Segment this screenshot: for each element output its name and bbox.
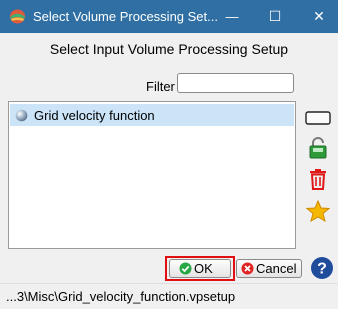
title-bar: Select Volume Processing Set... — ☐ ✕ bbox=[0, 0, 338, 33]
rectangle-button[interactable] bbox=[304, 106, 332, 130]
close-icon: ✕ bbox=[313, 8, 325, 24]
list-item[interactable]: Grid velocity function bbox=[10, 104, 294, 126]
maximize-icon: ☐ bbox=[268, 8, 282, 24]
footer-divider bbox=[0, 283, 338, 284]
trash-icon bbox=[310, 169, 326, 190]
checkmark-icon bbox=[179, 262, 192, 275]
status-path: ...3\Misc\Grid_velocity_function.vpsetup bbox=[6, 289, 236, 304]
filter-input[interactable] bbox=[177, 73, 294, 93]
cancel-icon bbox=[241, 262, 254, 275]
close-button[interactable]: ✕ bbox=[299, 0, 338, 33]
save-button[interactable] bbox=[304, 136, 332, 160]
help-icon[interactable]: ? bbox=[310, 256, 334, 280]
app-icon bbox=[10, 9, 25, 24]
minimize-button[interactable]: — bbox=[212, 0, 252, 33]
setup-list[interactable]: Grid velocity function bbox=[8, 101, 296, 249]
save-lock-icon bbox=[309, 137, 327, 159]
ok-label: OK bbox=[194, 261, 213, 276]
sphere-icon bbox=[15, 109, 28, 121]
window-title: Select Volume Processing Set... bbox=[33, 9, 218, 24]
svg-text:?: ? bbox=[317, 261, 327, 278]
ok-button[interactable]: OK bbox=[169, 259, 231, 278]
rectangle-icon bbox=[305, 111, 331, 125]
star-icon bbox=[306, 200, 330, 222]
maximize-button[interactable]: ☐ bbox=[255, 0, 295, 33]
dialog-heading: Select Input Volume Processing Setup bbox=[49, 41, 289, 57]
minimize-icon: — bbox=[225, 9, 239, 24]
filter-label: Filter bbox=[146, 79, 175, 94]
list-item-label: Grid velocity function bbox=[34, 107, 155, 123]
cancel-label: Cancel bbox=[256, 261, 297, 276]
favorite-button[interactable] bbox=[304, 199, 332, 223]
delete-button[interactable] bbox=[304, 167, 332, 191]
cancel-button[interactable]: Cancel bbox=[236, 259, 302, 278]
